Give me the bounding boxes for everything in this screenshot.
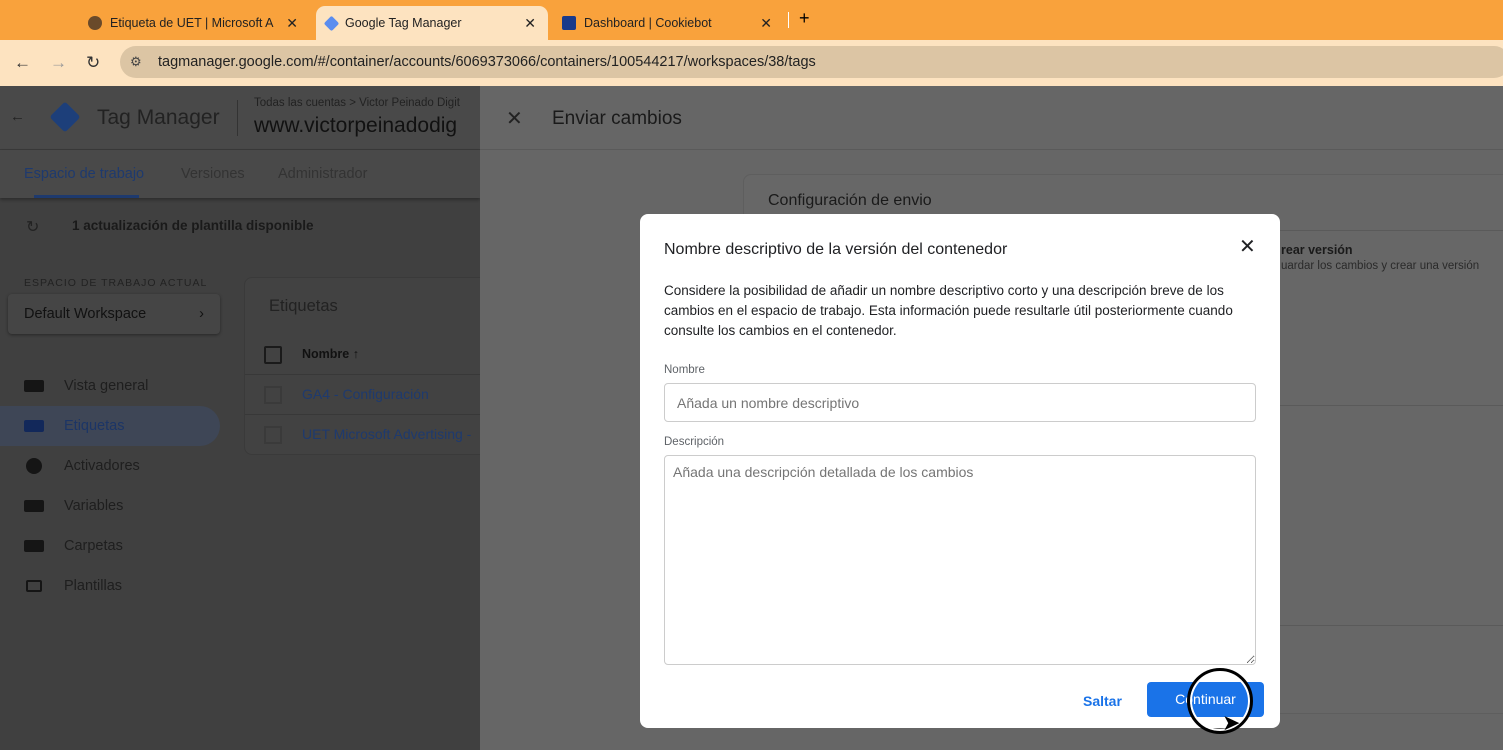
template-icon — [26, 580, 42, 592]
browser-tab[interactable]: Etiqueta de UET | Microsoft A ✕ — [78, 6, 310, 40]
tab-versions[interactable]: Versiones — [181, 166, 245, 182]
tag-icon — [24, 420, 44, 432]
row-checkbox[interactable] — [264, 386, 282, 404]
forward-icon[interactable]: → — [50, 53, 67, 73]
sidebar-item-overview[interactable]: Vista general — [0, 366, 220, 406]
browser-tab-bar: Etiqueta de UET | Microsoft A ✕ Google Ta… — [0, 0, 1503, 40]
gtm-app: ← Tag Manager Todas las cuentas > Victor… — [0, 86, 494, 750]
name-input[interactable] — [664, 383, 1256, 422]
sidebar-item-variables[interactable]: Variables — [0, 486, 220, 526]
click-indicator-icon — [1187, 668, 1253, 734]
gtm-icon — [323, 15, 340, 31]
panel-title: Enviar cambios — [552, 108, 682, 129]
column-header-name[interactable]: Nombre ↑ — [302, 347, 359, 361]
workspace-selector[interactable]: Default Workspace › — [8, 294, 220, 334]
back-arrow-icon[interactable]: ← — [10, 108, 25, 125]
variables-icon — [24, 500, 44, 512]
description-label: Descripción — [664, 436, 725, 448]
dialog-title: Nombre descriptivo de la versión del con… — [664, 241, 1008, 258]
trigger-icon — [26, 458, 42, 474]
close-tab-icon[interactable]: ✕ — [524, 15, 536, 32]
back-icon[interactable]: ← — [14, 53, 31, 73]
globe-icon — [88, 16, 102, 30]
table-row-link[interactable]: UET Microsoft Advertising - — [302, 426, 471, 442]
sidebar-item-folders[interactable]: Carpetas — [0, 526, 220, 566]
close-tab-icon[interactable]: ✕ — [760, 15, 772, 32]
update-notice[interactable]: 1 actualización de plantilla disponible — [72, 218, 314, 233]
close-tab-icon[interactable]: ✕ — [286, 15, 298, 32]
sidebar-item-templates[interactable]: Plantillas — [0, 566, 220, 606]
url-field[interactable]: ⚙ tagmanager.google.com/#/container/accou… — [120, 46, 1503, 78]
tab-admin[interactable]: Administrador — [278, 166, 367, 182]
description-textarea[interactable] — [664, 455, 1256, 665]
sidebar-item-tags[interactable]: Etiquetas — [0, 406, 220, 446]
reload-icon[interactable]: ↻ — [86, 53, 100, 73]
update-icon: ↻ — [26, 219, 40, 236]
container-name[interactable]: www.victorpeinadodig — [254, 114, 457, 138]
close-panel-icon[interactable]: ✕ — [506, 106, 523, 131]
dialog-description: Considere la posibilidad de añadir un no… — [664, 283, 1233, 338]
skip-button[interactable]: Saltar — [1083, 693, 1122, 709]
browser-tab[interactable]: Dashboard | Cookiebot ✕ — [552, 6, 784, 40]
breadcrumb[interactable]: Todas las cuentas > Victor Peinado Digit — [254, 97, 460, 109]
gtm-logo-icon — [49, 101, 81, 133]
cookiebot-icon — [562, 16, 576, 30]
workspace-label: ESPACIO DE TRABAJO ACTUAL — [24, 277, 208, 289]
row-checkbox[interactable] — [264, 426, 282, 444]
tab-workspace[interactable]: Espacio de trabajo — [24, 166, 144, 182]
sidebar-item-triggers[interactable]: Activadores — [0, 446, 220, 486]
tags-card: Etiquetas Nombre ↑ GA4 - Configuración U… — [244, 277, 494, 455]
new-tab-button[interactable]: + — [799, 8, 810, 29]
select-all-checkbox[interactable] — [264, 346, 282, 364]
create-version-option[interactable]: rear versión — [1281, 243, 1353, 257]
version-name-dialog: Nombre descriptivo de la versión del con… — [640, 214, 1280, 728]
table-row-link[interactable]: GA4 - Configuración — [302, 386, 429, 402]
card-title: Etiquetas — [269, 297, 338, 315]
overview-icon — [24, 380, 44, 392]
close-dialog-icon[interactable]: ✕ — [1239, 234, 1256, 259]
site-settings-icon[interactable]: ⚙ — [130, 46, 142, 78]
address-bar: ← → ↻ ⚙ tagmanager.google.com/#/container… — [0, 40, 1503, 86]
folder-icon — [24, 540, 44, 552]
chevron-right-icon: › — [199, 306, 204, 322]
mouse-pointer-icon: ➤ — [1222, 710, 1241, 735]
product-name: Tag Manager — [97, 106, 220, 129]
name-label: Nombre — [664, 364, 705, 376]
browser-tab-active[interactable]: Google Tag Manager ✕ — [316, 6, 548, 40]
